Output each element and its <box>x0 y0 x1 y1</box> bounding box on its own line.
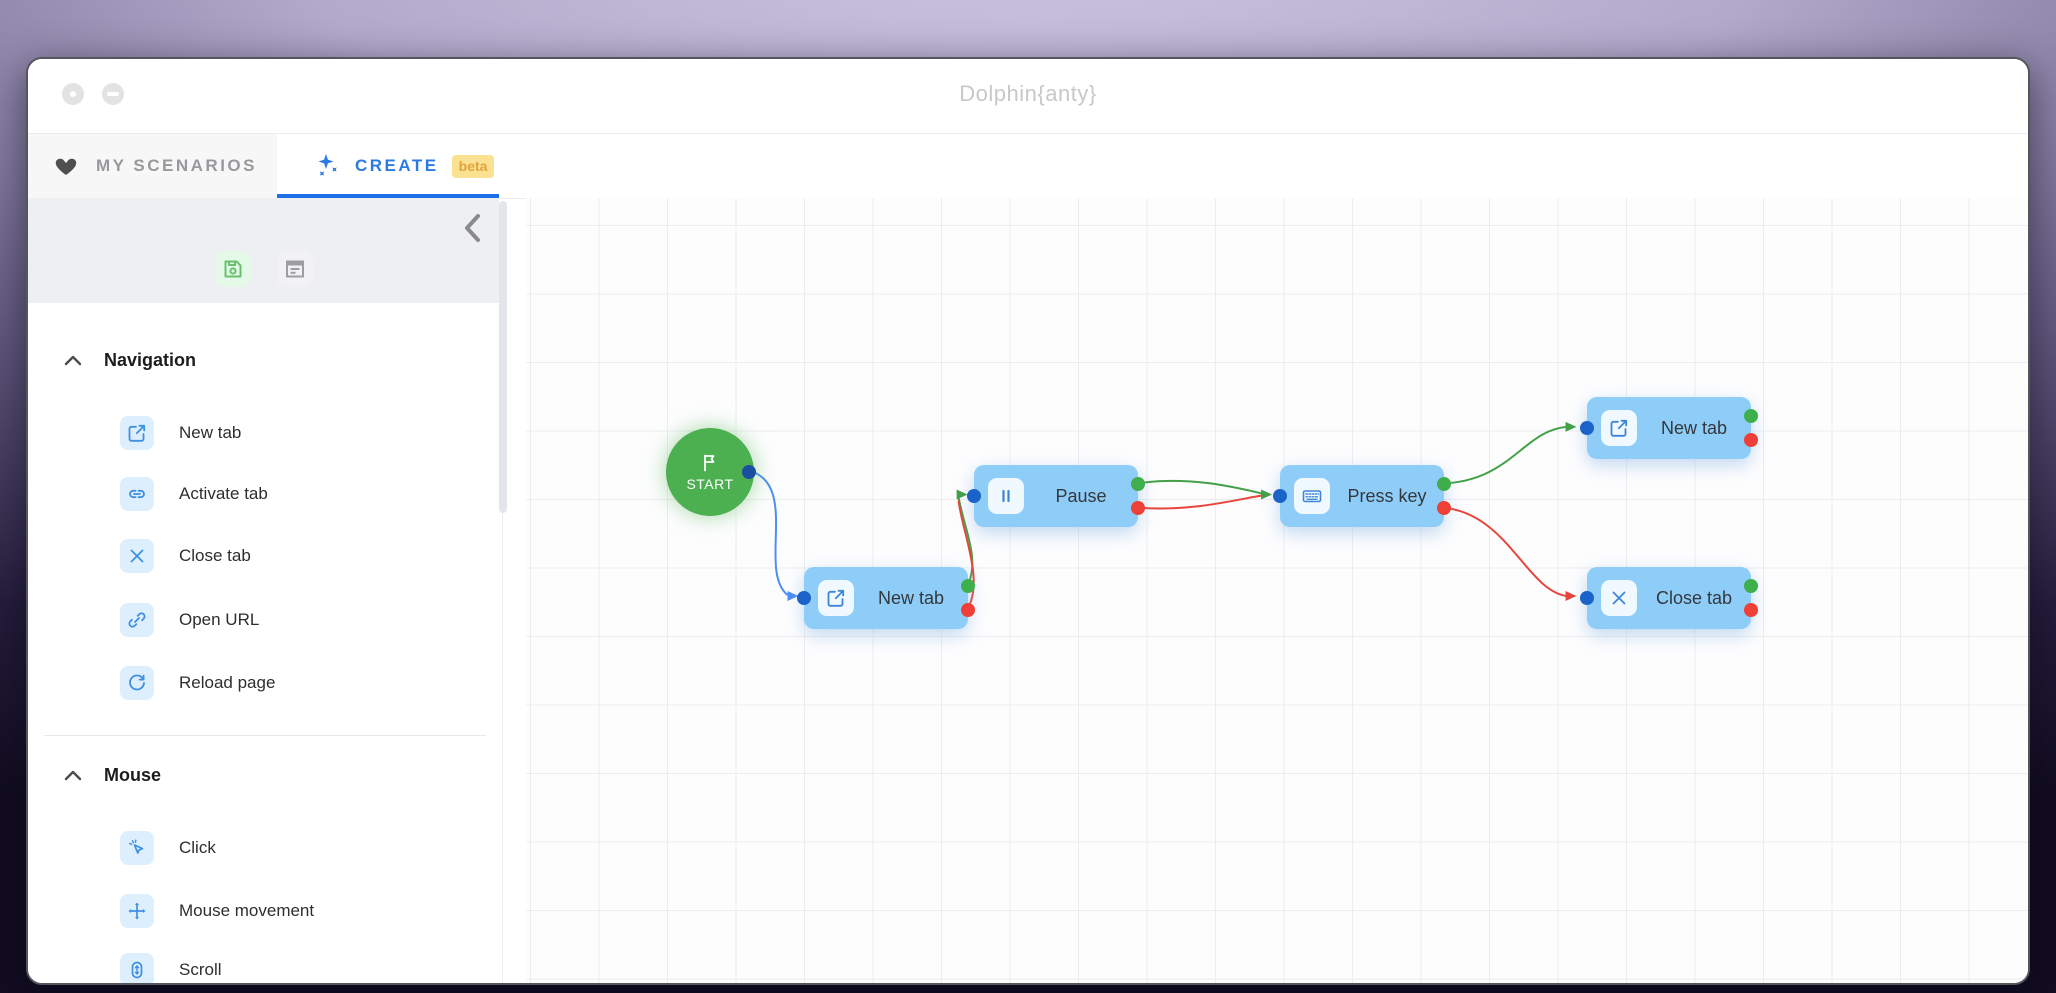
sidebar-header <box>28 198 499 303</box>
scroll-icon <box>120 953 154 985</box>
block-label: Close tab <box>179 546 251 566</box>
section-mouse[interactable]: Mouse <box>28 757 488 793</box>
block-activate-tab[interactable]: Activate tab <box>28 472 488 516</box>
start-node[interactable]: START <box>666 428 754 516</box>
sidebar-scrollbar[interactable] <box>499 201 507 513</box>
node-label: Pause <box>1024 486 1138 507</box>
divider <box>44 735 486 736</box>
node-close-tab[interactable]: Close tab <box>1587 567 1751 629</box>
node-new-tab-2[interactable]: New tab <box>1587 397 1751 459</box>
edge-arrow <box>1261 490 1272 500</box>
click-icon <box>120 831 154 865</box>
edge-arrow <box>957 490 968 500</box>
flag-icon <box>700 453 720 473</box>
new-tab-icon <box>1601 410 1637 446</box>
section-label: Mouse <box>104 765 161 786</box>
console-icon <box>284 258 306 280</box>
block-label: Reload page <box>179 673 275 693</box>
block-label: New tab <box>179 423 241 443</box>
tab-my-scenarios-label: MY SCENARIOS <box>96 156 257 176</box>
block-click[interactable]: Click <box>28 826 488 870</box>
block-label: Activate tab <box>179 484 268 504</box>
edge-arrow <box>1566 422 1577 432</box>
error-port[interactable] <box>1744 433 1758 447</box>
block-reload-page[interactable]: Reload page <box>28 661 488 705</box>
save-scenario-button[interactable] <box>215 251 251 287</box>
flow-canvas[interactable]: START New tab Pause <box>526 198 2028 983</box>
output-port[interactable] <box>742 465 756 479</box>
edge-presskey-closetab-error[interactable] <box>1441 507 1566 596</box>
node-label: Close tab <box>1637 588 1751 609</box>
success-port[interactable] <box>1744 579 1758 593</box>
section-label: Navigation <box>104 350 196 371</box>
edge-presskey-newtab-success[interactable] <box>1441 427 1566 484</box>
edge-arrow <box>1566 591 1577 601</box>
beta-badge: beta <box>452 155 495 178</box>
start-label: START <box>686 476 733 492</box>
wires-layer <box>526 198 2028 983</box>
success-port[interactable] <box>1744 409 1758 423</box>
node-label: New tab <box>854 588 968 609</box>
heart-icon <box>54 154 78 178</box>
app-window: Dolphin{anty} MY SCENARIOS CREATE beta <box>26 57 2030 985</box>
close-tab-icon <box>1601 580 1637 616</box>
tab-bar: MY SCENARIOS CREATE beta <box>28 134 2028 198</box>
input-port[interactable] <box>1273 489 1287 503</box>
node-label: New tab <box>1637 418 1751 439</box>
node-pause[interactable]: Pause <box>974 465 1138 527</box>
section-navigation[interactable]: Navigation <box>28 342 488 378</box>
block-label: Click <box>179 838 216 858</box>
new-tab-icon <box>120 416 154 450</box>
input-port[interactable] <box>1580 421 1594 435</box>
sparkles-icon <box>315 153 341 179</box>
chevron-up-icon <box>64 769 82 781</box>
node-press-key[interactable]: Press key <box>1280 465 1444 527</box>
new-tab-icon <box>818 580 854 616</box>
block-close-tab[interactable]: Close tab <box>28 534 488 578</box>
app-title: Dolphin{anty} <box>28 81 2028 107</box>
sidebar-scrollbar-track <box>502 513 503 983</box>
open-url-icon <box>120 603 154 637</box>
activate-tab-icon <box>120 477 154 511</box>
logs-panel-button[interactable] <box>277 251 313 287</box>
reload-icon <box>120 666 154 700</box>
input-port[interactable] <box>797 591 811 605</box>
close-tab-icon <box>120 539 154 573</box>
error-port[interactable] <box>1437 501 1451 515</box>
success-port[interactable] <box>1437 477 1451 491</box>
block-scroll[interactable]: Scroll <box>28 948 488 985</box>
block-label: Open URL <box>179 610 259 630</box>
success-port[interactable] <box>1131 477 1145 491</box>
edge-pause-presskey-error[interactable] <box>1136 495 1262 508</box>
input-port[interactable] <box>1580 591 1594 605</box>
success-port[interactable] <box>961 579 975 593</box>
block-label: Scroll <box>179 960 222 980</box>
keyboard-icon <box>1294 478 1330 514</box>
tab-my-scenarios[interactable]: MY SCENARIOS <box>28 134 277 198</box>
title-bar: Dolphin{anty} <box>28 59 2028 133</box>
edge-pause-presskey-success[interactable] <box>1136 481 1262 494</box>
tab-create[interactable]: CREATE beta <box>277 134 499 198</box>
mouse-move-icon <box>120 894 154 928</box>
chevron-up-icon <box>64 354 82 366</box>
error-port[interactable] <box>1131 501 1145 515</box>
node-label: Press key <box>1330 486 1444 507</box>
collapse-sidebar-icon[interactable] <box>459 208 487 248</box>
pause-icon <box>988 478 1024 514</box>
error-port[interactable] <box>961 603 975 617</box>
node-new-tab-1[interactable]: New tab <box>804 567 968 629</box>
block-label: Mouse movement <box>179 901 314 921</box>
blocks-sidebar: Navigation New tab Activate tab Close ta… <box>28 199 512 983</box>
save-icon <box>222 258 244 280</box>
edge-start-newtab[interactable] <box>755 473 788 595</box>
block-open-url[interactable]: Open URL <box>28 598 488 642</box>
tab-create-label: CREATE <box>355 156 439 176</box>
input-port[interactable] <box>967 489 981 503</box>
block-mouse-movement[interactable]: Mouse movement <box>28 889 488 933</box>
error-port[interactable] <box>1744 603 1758 617</box>
block-new-tab[interactable]: New tab <box>28 411 488 455</box>
